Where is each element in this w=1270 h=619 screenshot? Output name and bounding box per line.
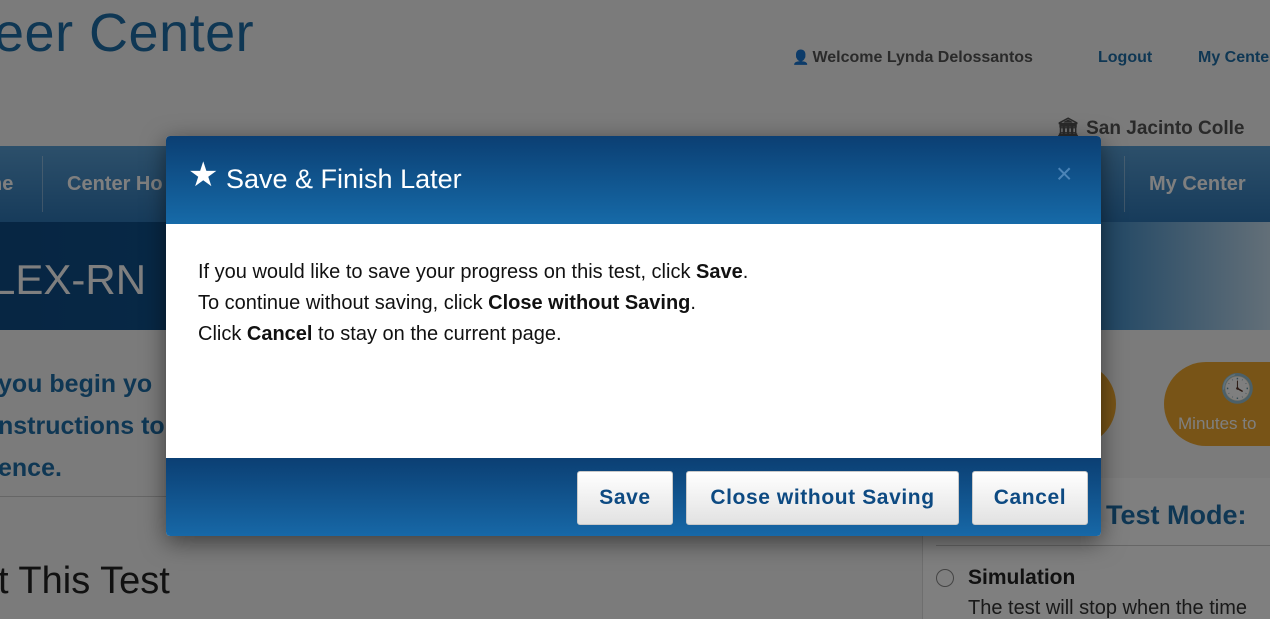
dialog-footer: Save Close without Saving Cancel — [166, 458, 1101, 536]
instruction-text: to stay on the current page. — [312, 323, 562, 345]
close-without-saving-button[interactable]: Close without Saving — [686, 471, 959, 525]
dialog-body: If you would like to save your progress … — [198, 257, 1068, 350]
dialog-title: Save & Finish Later — [226, 164, 462, 194]
save-button[interactable]: Save — [577, 471, 673, 525]
instruction-text: If you would like to save your progress … — [198, 261, 696, 283]
instruction-line-cancel: Click Cancel to stay on the current page… — [198, 319, 1068, 350]
instruction-line-save: If you would like to save your progress … — [198, 257, 1068, 288]
cancel-button[interactable]: Cancel — [972, 471, 1088, 525]
instruction-line-close: To continue without saving, click Close … — [198, 288, 1068, 319]
close-icon[interactable]: × — [1056, 160, 1072, 188]
instruction-text: Click — [198, 323, 247, 345]
instruction-emphasis: Save — [696, 261, 743, 283]
instruction-text: To continue without saving, click — [198, 292, 489, 314]
star-icon: ★ — [188, 156, 219, 194]
instruction-emphasis: Cancel — [246, 323, 313, 345]
instruction-text: . — [742, 261, 749, 283]
save-finish-later-dialog: ★ Save & Finish Later × If you would lik… — [166, 136, 1101, 536]
instruction-emphasis: Close without Saving — [488, 292, 691, 314]
instruction-text: . — [690, 292, 696, 314]
dialog-header: ★ Save & Finish Later × — [166, 136, 1101, 224]
